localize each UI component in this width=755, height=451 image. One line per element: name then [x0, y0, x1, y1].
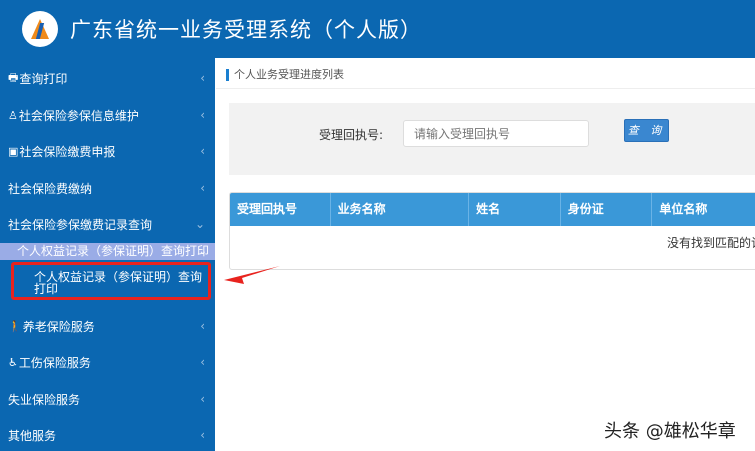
- chevron-down-icon: ⌄: [194, 217, 205, 231]
- main-content: 个人业务受理进度列表 受理回执号: 查 询 受理回执号 业务名称 姓名 身份证 …: [216, 58, 755, 451]
- sidebar-item-query-print[interactable]: 🖶 查询打印 ‹: [0, 67, 215, 89]
- watermark: 头条 @雄松华章: [604, 421, 736, 442]
- receipt-number-label: 受理回执号:: [319, 128, 384, 142]
- sidebar-item-label: 社会保险参保缴费记录查询: [8, 217, 153, 232]
- sidebar-item-injury[interactable]: ♿ 工伤保险服务 ‹: [0, 351, 215, 373]
- sidebar-item-label: 查询打印: [19, 71, 68, 86]
- elderly-icon: 🚶: [8, 319, 22, 333]
- app-header: 广东省统一业务受理系统（个人版）: [0, 0, 755, 58]
- column-header[interactable]: 姓名: [469, 193, 561, 226]
- user-icon: ♙: [8, 108, 18, 122]
- sidebar-leaf-rights-record-print[interactable]: 个人权益记录（参保证明）查询打印: [11, 262, 211, 300]
- sidebar-item-label: 社会保险参保信息维护: [18, 108, 139, 123]
- sidebar-item-label: 工伤保险服务: [18, 355, 91, 370]
- chevron-left-icon: ‹: [200, 355, 205, 369]
- receipt-number-input[interactable]: [403, 120, 589, 147]
- wheelchair-icon: ♿: [8, 355, 18, 369]
- chevron-left-icon: ‹: [200, 392, 205, 406]
- sidebar-item-other[interactable]: 其他服务 ‹: [0, 424, 215, 446]
- sidebar-item-record-query[interactable]: 社会保险参保缴费记录查询 ⌄: [0, 213, 215, 235]
- chevron-left-icon: ‹: [200, 428, 205, 442]
- sidebar-item-info-maintain[interactable]: ♙ 社会保险参保信息维护 ‹: [0, 104, 215, 126]
- sidebar-subitem-rights-record[interactable]: 个人权益记录（参保证明）查询打印 ⌄: [0, 243, 215, 260]
- sidebar-leaf-label: 个人权益记录（参保证明）查询打印: [34, 270, 203, 296]
- empty-message: 没有找到匹配的记: [667, 236, 755, 250]
- chevron-left-icon: ‹: [200, 71, 205, 85]
- sidebar-item-label: 社会保险缴费申报: [19, 144, 116, 159]
- chevron-left-icon: ‹: [200, 181, 205, 195]
- print-icon: 🖶: [8, 70, 19, 84]
- sidebar-item-label: 社会保险费缴纳: [8, 181, 93, 196]
- sidebar-item-label: 养老保险服务: [22, 319, 95, 334]
- progress-table: 受理回执号 业务名称 姓名 身份证 单位名称 没有找到匹配的记: [229, 192, 755, 270]
- search-panel: 受理回执号: 查 询: [229, 103, 755, 175]
- logo-icon: [22, 11, 58, 47]
- sidebar-item-fee-payment[interactable]: 社会保险费缴纳 ‹: [0, 177, 215, 199]
- column-header[interactable]: 业务名称: [331, 193, 470, 226]
- sidebar-subitem-label: 个人权益记录（参保证明）查询打印: [17, 244, 210, 258]
- sidebar-item-unemployment[interactable]: 失业保险服务 ‹: [0, 388, 215, 410]
- money-icon: ▣: [8, 144, 19, 158]
- app-title: 广东省统一业务受理系统（个人版）: [70, 18, 422, 42]
- column-header[interactable]: 单位名称: [652, 193, 755, 226]
- page-title: 个人业务受理进度列表: [226, 69, 344, 81]
- table-header: 受理回执号 业务名称 姓名 身份证 单位名称: [230, 193, 755, 226]
- column-header[interactable]: 身份证: [561, 193, 653, 226]
- query-button[interactable]: 查 询: [624, 119, 669, 142]
- chevron-down-icon: ⌄: [198, 246, 207, 257]
- chevron-left-icon: ‹: [200, 319, 205, 333]
- red-arrow-icon: [224, 266, 280, 284]
- sidebar-item-contribution-report[interactable]: ▣ 社会保险缴费申报 ‹: [0, 140, 215, 162]
- chevron-left-icon: ‹: [200, 108, 205, 122]
- column-header[interactable]: 受理回执号: [230, 193, 331, 226]
- sidebar: 🖶 查询打印 ‹ ♙ 社会保险参保信息维护 ‹ ▣ 社会保险缴费申报 ‹ 社会保险费缴纳 ‹ …: [0, 58, 215, 451]
- sidebar-item-label: 失业保险服务: [8, 392, 81, 407]
- sidebar-item-label: 其他服务: [8, 428, 57, 443]
- divider: [216, 88, 755, 89]
- chevron-left-icon: ‹: [200, 144, 205, 158]
- sidebar-item-pension[interactable]: 🚶 养老保险服务 ‹: [0, 315, 215, 337]
